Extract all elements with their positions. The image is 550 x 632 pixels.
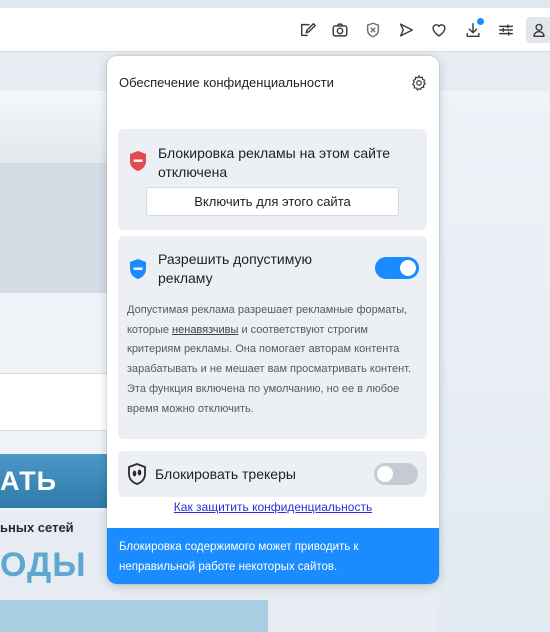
- enable-for-site-button[interactable]: Включить для этого сайта: [146, 187, 399, 216]
- trackers-card: Блокировать трекеры: [118, 451, 427, 497]
- content-blocking-notice: Блокировка содержимого может приводить к…: [107, 528, 439, 584]
- blue-shield-icon: [130, 259, 146, 279]
- privacy-help-link[interactable]: Как защитить конфиденциальность: [107, 500, 439, 514]
- profile-icon[interactable]: [526, 17, 550, 43]
- bg-heading-text: ОДЫ: [0, 546, 87, 584]
- trackers-title: Блокировать трекеры: [155, 466, 296, 482]
- acceptable-ads-toggle[interactable]: [375, 257, 419, 279]
- browser-toolbar: [0, 8, 550, 52]
- sliders-icon[interactable]: [493, 17, 519, 43]
- ad-block-status-title: Блокировка рекламы на этом сайте отключе…: [158, 145, 391, 180]
- red-shield-icon: [130, 151, 146, 171]
- privacy-panel: Обеспечение конфиденциальности Блокировк…: [107, 56, 439, 584]
- tracker-shield-icon: [128, 463, 146, 485]
- download-badge: [477, 18, 484, 25]
- acceptable-ads-description: Допустимая реклама разрешает рекламные ф…: [127, 304, 412, 415]
- privacy-shield-icon[interactable]: [360, 17, 386, 43]
- acceptable-ads-card: Разрешить допустимую рекламу Допустимая …: [118, 236, 427, 439]
- ad-block-card: Блокировка рекламы на этом сайте отключе…: [118, 129, 427, 230]
- send-icon[interactable]: [393, 17, 419, 43]
- unobtrusive-link[interactable]: ненавязчивы: [172, 324, 238, 336]
- camera-icon[interactable]: [327, 17, 353, 43]
- bg-page-button[interactable]: АТЬ: [0, 454, 112, 508]
- bg-input-strip: [0, 373, 120, 431]
- bg-social-text: ьных сетей: [0, 520, 74, 535]
- acceptable-ads-title: Разрешить допустимую рекламу: [158, 251, 313, 286]
- heart-icon[interactable]: [426, 17, 452, 43]
- settings-gear-icon[interactable]: [409, 73, 429, 93]
- trackers-toggle[interactable]: [374, 463, 418, 485]
- edit-icon[interactable]: [295, 17, 321, 43]
- download-icon[interactable]: [460, 17, 486, 43]
- bg-bottom-bar: [0, 600, 268, 632]
- panel-title: Обеспечение конфиденциальности: [119, 75, 334, 90]
- window-top-strip: [0, 0, 550, 8]
